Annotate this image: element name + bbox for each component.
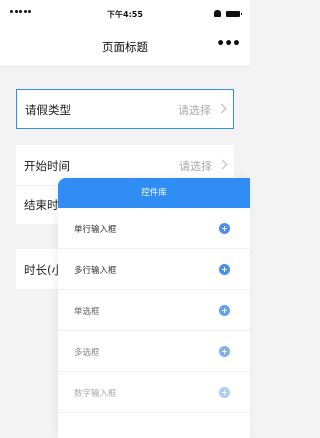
panel-item-multi-line-input[interactable]: 多行输入框 — [58, 249, 250, 290]
panel-title: 控件库 — [58, 178, 250, 208]
add-icon[interactable] — [219, 387, 230, 398]
more-icon[interactable]: ••• — [216, 36, 241, 52]
panel-item-label: 单行输入框 — [74, 225, 117, 235]
chevron-right-icon — [216, 103, 227, 114]
panel-item-label: 单选框 — [74, 307, 100, 317]
panel-item-label: 数字输入框 — [74, 389, 117, 399]
panel-item-single-line-input[interactable]: 单行输入框 — [58, 208, 250, 249]
bell-icon — [214, 10, 221, 17]
add-icon[interactable] — [219, 305, 230, 316]
panel-item-label: 多选框 — [74, 348, 100, 358]
leave-type-label: 请假类型 — [25, 103, 71, 117]
start-time-label: 开始时间 — [24, 159, 70, 173]
battery-icon — [226, 10, 242, 17]
status-bar: 下午4:55 — [0, 0, 250, 28]
status-icons — [214, 10, 242, 17]
panel-item-label: 多行输入框 — [74, 266, 117, 276]
add-icon[interactable] — [219, 346, 230, 357]
add-icon[interactable] — [219, 264, 230, 275]
leave-type-value: 请选择 — [178, 104, 211, 117]
add-icon[interactable] — [219, 223, 230, 234]
chevron-right-icon — [217, 159, 228, 170]
start-time-value: 请选择 — [179, 160, 212, 173]
panel-item-number-input[interactable]: 数字输入框 — [58, 372, 250, 413]
page-title: 页面标题 — [102, 40, 148, 54]
status-time: 下午4:55 — [107, 10, 143, 19]
leave-type-field[interactable]: 请假类型 请选择 — [16, 89, 234, 129]
control-library-panel: 控件库 单行输入框 多行输入框 单选框 多选框 数字输入框 — [58, 178, 250, 438]
panel-item-checkbox[interactable]: 多选框 — [58, 331, 250, 372]
panel-item-radio[interactable]: 单选框 — [58, 290, 250, 331]
nav-bar: 页面标题 ••• — [0, 28, 250, 67]
